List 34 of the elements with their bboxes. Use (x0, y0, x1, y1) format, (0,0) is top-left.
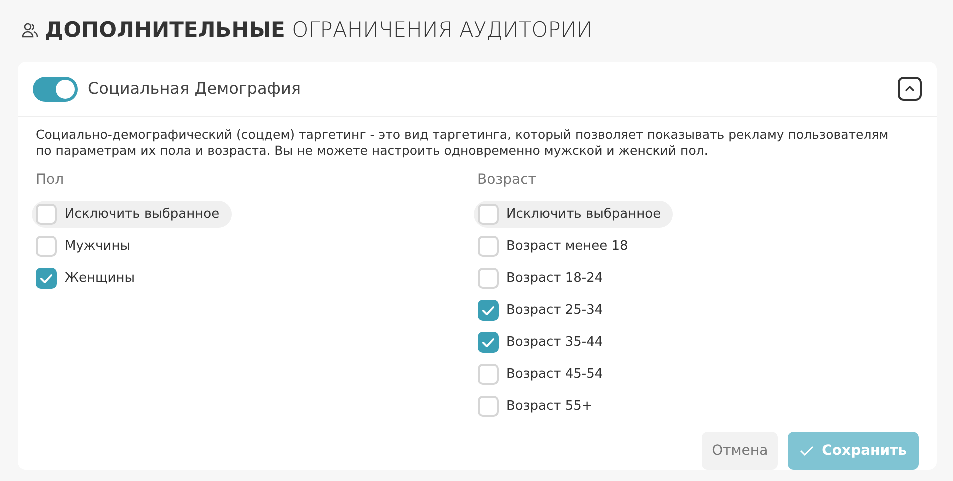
checkbox-label: Исключить выбранное (506, 206, 662, 224)
toggle-switch[interactable] (33, 76, 78, 102)
checkbox[interactable] (478, 364, 498, 385)
description-text: Социально-демографический (соцдем) таргетинг - это вид таргетинга, который позволяет показывать рекламу пользователям по параметрам их пола и возраста. Вы не можете настроить одновременно мужской и женский пол. (36, 127, 890, 159)
checkbox[interactable] (478, 332, 498, 353)
chevron-up-icon (905, 86, 915, 92)
checkbox[interactable] (478, 236, 498, 257)
page-title: ДОПОЛНИТЕЛЬНЫЕ ОГРАНИЧЕНИЯ АУДИТОРИИ (45, 17, 593, 44)
checkmark-icon (800, 446, 814, 456)
users-icon (21, 22, 39, 40)
checkmark-icon (40, 274, 53, 284)
group-title: Пол (36, 171, 66, 190)
checkbox[interactable] (478, 300, 498, 321)
cancel-button[interactable]: Отмена (702, 432, 778, 470)
checkmark-icon (482, 338, 494, 348)
checkbox-label: Возраст 25-34 (506, 302, 604, 320)
checkbox[interactable] (478, 268, 498, 289)
checkbox-label: Исключить выбранное (65, 206, 220, 224)
checkbox-label: Возраст 45-54 (506, 366, 604, 384)
checkbox[interactable] (36, 204, 57, 225)
checkbox-label: Возраст 55+ (506, 398, 593, 416)
checkmark-icon (482, 306, 494, 316)
checkbox[interactable] (478, 204, 498, 225)
checkbox-label: Мужчины (65, 238, 131, 256)
checkbox[interactable] (36, 268, 57, 289)
checkbox-label: Возраст 35-44 (506, 334, 604, 352)
collapse-button[interactable] (898, 77, 922, 101)
group-title: Возраст (478, 171, 538, 190)
checkbox[interactable] (36, 236, 57, 257)
checkbox-label: Женщины (65, 270, 135, 288)
checkbox-label: Возраст менее 18 (506, 238, 628, 256)
checkbox-label: Возраст 18-24 (506, 270, 604, 288)
checkbox[interactable] (478, 396, 498, 417)
section-title: Социальная Демография (88, 78, 301, 100)
